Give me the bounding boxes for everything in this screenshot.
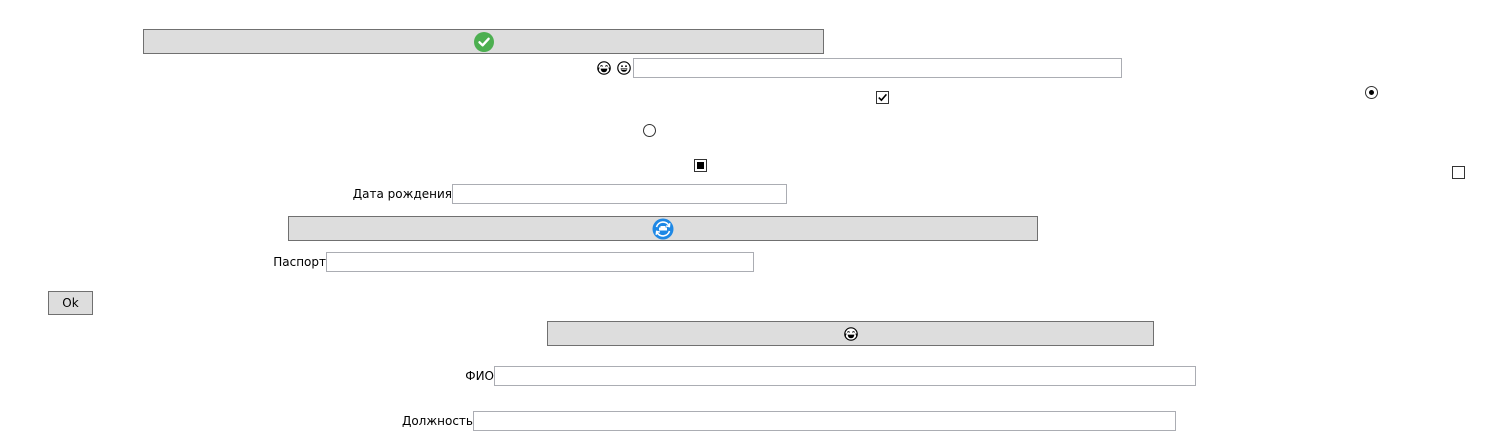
checkbox-indeterminate[interactable] bbox=[694, 159, 707, 172]
position-input[interactable] bbox=[473, 411, 1176, 431]
ok-button[interactable]: Ok bbox=[48, 291, 93, 315]
check-circle-icon bbox=[473, 31, 494, 52]
radio-unselected[interactable] bbox=[643, 124, 656, 137]
confirm-wide-button[interactable] bbox=[143, 29, 824, 54]
full-name-input[interactable] bbox=[494, 366, 1196, 386]
checkbox-unchecked[interactable] bbox=[1452, 166, 1465, 179]
refresh-ship-icon bbox=[652, 218, 674, 240]
emoji-text-input[interactable] bbox=[633, 58, 1122, 78]
checkbox-checked[interactable] bbox=[876, 91, 889, 104]
birth-date-input[interactable] bbox=[452, 184, 787, 204]
position-label: Должность bbox=[401, 414, 473, 428]
grinning-face-icon bbox=[617, 61, 631, 75]
grinning-tears-icon bbox=[597, 61, 611, 75]
passport-label: Паспорт bbox=[273, 255, 326, 269]
emoji-wide-button[interactable] bbox=[547, 321, 1154, 346]
passport-input[interactable] bbox=[326, 252, 754, 272]
checkmark-icon bbox=[878, 93, 888, 102]
grinning-tears-icon bbox=[843, 326, 858, 341]
birth-date-label: Дата рождения bbox=[352, 187, 452, 201]
refresh-wide-button[interactable] bbox=[288, 216, 1038, 241]
full-name-label: ФИО bbox=[465, 369, 494, 383]
radio-selected[interactable] bbox=[1365, 86, 1378, 99]
